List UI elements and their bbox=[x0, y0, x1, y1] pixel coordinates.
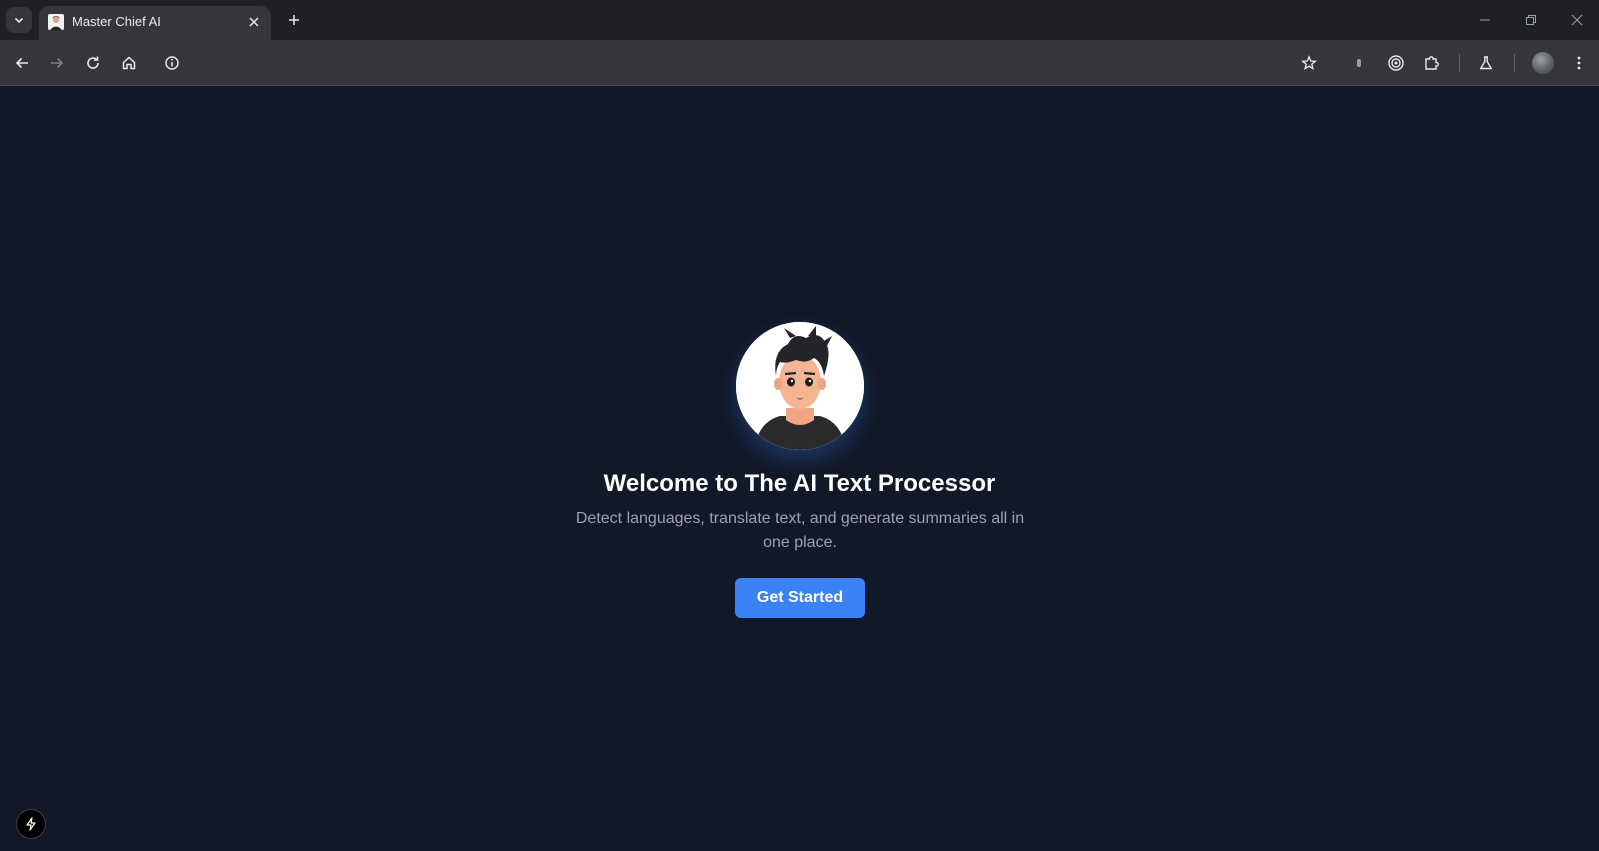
favicon-icon bbox=[48, 14, 64, 30]
browser-chrome: Master Chief AI bbox=[0, 0, 1599, 86]
kebab-menu-icon bbox=[1577, 56, 1581, 70]
arrow-left-icon bbox=[15, 57, 28, 69]
forward-button[interactable] bbox=[44, 50, 70, 76]
restore-icon bbox=[1526, 15, 1536, 25]
restore-button[interactable] bbox=[1521, 10, 1541, 30]
target-icon bbox=[1388, 55, 1404, 71]
chevron-down-icon bbox=[14, 17, 24, 24]
toolbar bbox=[0, 40, 1599, 86]
toolbar-divider bbox=[1514, 54, 1515, 72]
tab-title: Master Chief AI bbox=[72, 14, 161, 29]
extension-target-button[interactable] bbox=[1383, 50, 1409, 76]
close-icon bbox=[1571, 14, 1583, 26]
reload-icon bbox=[87, 56, 99, 69]
arrow-right-icon bbox=[51, 57, 64, 69]
info-icon bbox=[165, 56, 179, 70]
profile-avatar[interactable] bbox=[1532, 52, 1554, 74]
welcome-hero: Welcome to The AI Text Processor Detect … bbox=[0, 86, 1599, 851]
tab-search-button[interactable] bbox=[6, 7, 32, 33]
media-indicator[interactable] bbox=[1346, 50, 1372, 76]
page-title: Welcome to The AI Text Processor bbox=[603, 470, 996, 497]
active-tab[interactable]: Master Chief AI bbox=[39, 6, 271, 40]
labs-button[interactable] bbox=[1473, 50, 1499, 76]
tab-strip: Master Chief AI bbox=[0, 0, 1599, 40]
flask-icon bbox=[1479, 56, 1493, 70]
new-tab-button[interactable] bbox=[283, 9, 305, 31]
bookmark-button[interactable] bbox=[1296, 50, 1322, 76]
close-window-button[interactable] bbox=[1567, 10, 1587, 30]
get-started-button[interactable]: Get Started bbox=[735, 578, 865, 618]
page-subtitle: Detect languages, translate text, and ge… bbox=[575, 510, 1025, 551]
mascot-avatar bbox=[736, 322, 864, 450]
page-content: Welcome to The AI Text Processor Detect … bbox=[0, 86, 1599, 851]
plus-icon bbox=[289, 15, 299, 25]
dev-tools-button[interactable] bbox=[16, 809, 46, 839]
browser-menu-button[interactable] bbox=[1566, 50, 1592, 76]
minimize-icon bbox=[1480, 19, 1490, 21]
back-button[interactable] bbox=[9, 50, 35, 76]
toolbar-divider bbox=[1459, 54, 1460, 72]
home-button[interactable] bbox=[116, 50, 142, 76]
mic-icon bbox=[1357, 59, 1361, 67]
lightning-icon bbox=[26, 817, 36, 831]
puzzle-icon bbox=[1425, 56, 1439, 70]
home-icon bbox=[122, 56, 136, 70]
close-icon bbox=[249, 17, 259, 27]
close-tab-button[interactable] bbox=[245, 13, 263, 31]
minimize-button[interactable] bbox=[1475, 10, 1495, 30]
extensions-button[interactable] bbox=[1419, 50, 1445, 76]
star-icon bbox=[1301, 55, 1317, 70]
reload-button[interactable] bbox=[80, 50, 106, 76]
site-info-button[interactable] bbox=[159, 50, 185, 76]
